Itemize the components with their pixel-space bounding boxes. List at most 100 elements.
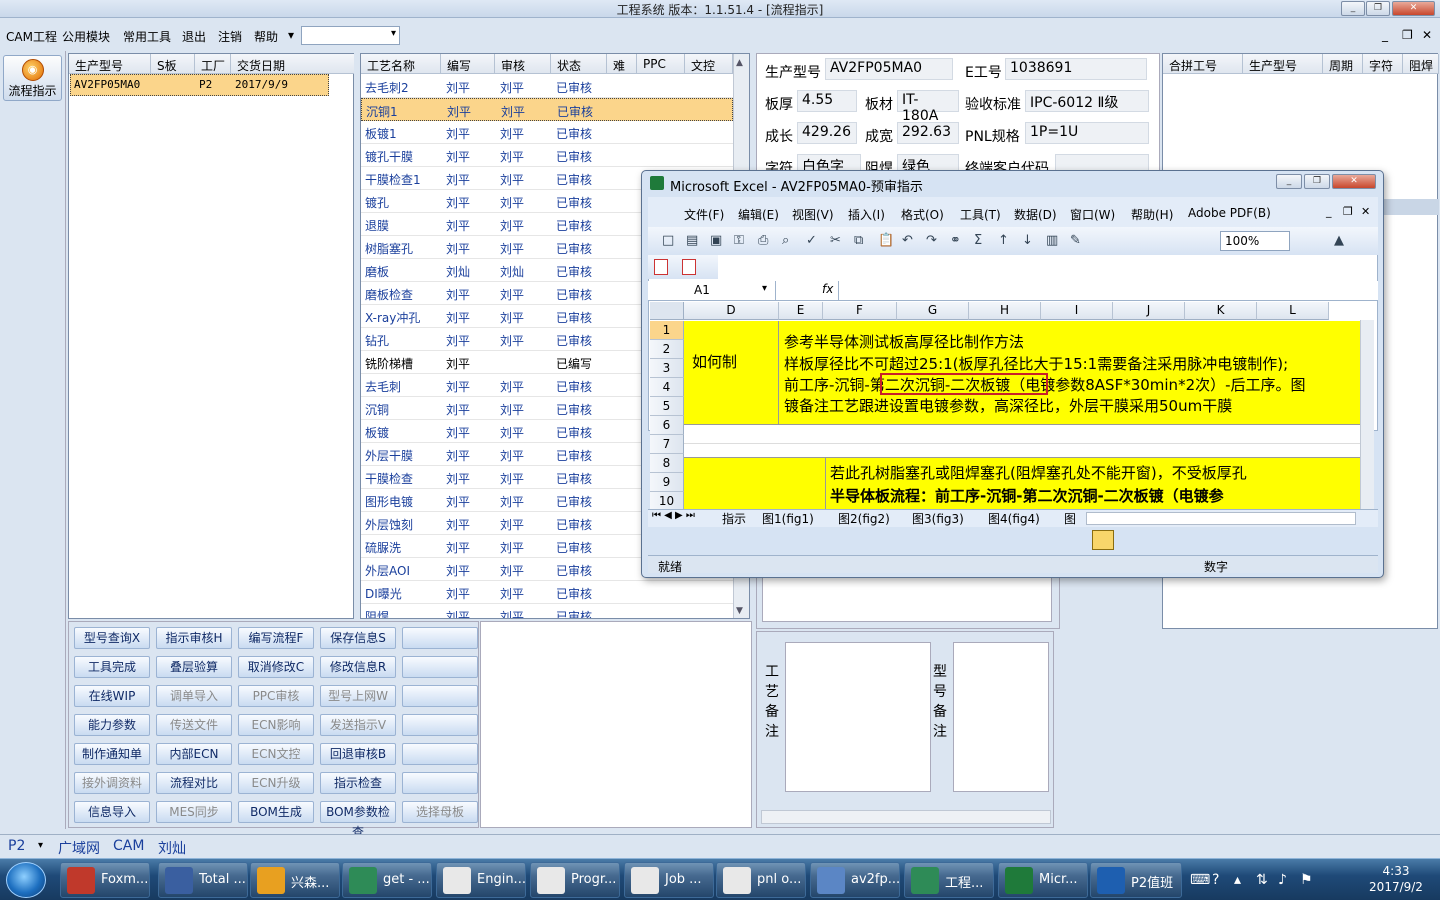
action-button[interactable]: 流程对比 (156, 772, 232, 794)
action-button[interactable]: ECN升级 (238, 772, 314, 794)
column-header[interactable]: G (897, 302, 969, 320)
proc-col-name[interactable]: 工艺名称 (361, 54, 441, 74)
mdi-minimize-icon[interactable]: _ (1382, 28, 1388, 42)
proc-col-ppc[interactable]: PPC (637, 54, 685, 74)
excel-doc-restore-icon[interactable]: ❐ (1343, 205, 1353, 218)
ime-icon[interactable]: ⚑ (1300, 872, 1313, 888)
action-button[interactable] (402, 772, 478, 794)
combo-dropdown-icon[interactable]: ▾ (391, 28, 396, 39)
excel-menu-item[interactable]: 帮助(H) (1131, 206, 1173, 223)
row-header[interactable]: 7 (650, 435, 684, 454)
action-button[interactable]: 信息导入 (74, 801, 150, 823)
row-8-label-cell[interactable] (684, 458, 826, 509)
action-button[interactable]: BOM参数检查 (320, 801, 396, 839)
taskbar-button[interactable]: Foxm... (60, 862, 150, 898)
row-header[interactable]: 9 (650, 473, 684, 492)
column-header[interactable]: I (1041, 302, 1113, 320)
column-header[interactable]: K (1185, 302, 1257, 320)
row-6-cells[interactable] (684, 425, 1360, 444)
taskbar-button[interactable]: av2fp... (810, 862, 900, 898)
taskbar-button[interactable]: 工程... (904, 862, 994, 898)
sheet-tab[interactable]: 图4(fig4) (988, 510, 1040, 527)
row-header[interactable]: 3 (650, 359, 684, 378)
copy-icon[interactable]: ⧉ (854, 233, 863, 248)
tab-nav-arrows[interactable]: ⏮ ◀ ▶ ⏭ (652, 510, 695, 521)
network-icon[interactable]: ⇅ (1256, 872, 1268, 888)
excel-menu-item[interactable]: 编辑(E) (738, 206, 779, 223)
select-all-corner[interactable] (650, 302, 684, 320)
hyperlink-icon[interactable]: ⚭ (950, 233, 961, 248)
sort-desc-icon[interactable]: ↓ (1022, 233, 1033, 248)
action-button[interactable]: 型号上网W (320, 685, 396, 707)
excel-close-button[interactable]: ✕ (1332, 174, 1376, 189)
action-button[interactable]: MES同步 (156, 801, 232, 823)
keyboard-icon[interactable]: ⌨ (1190, 872, 1210, 888)
order-col-date[interactable]: 交货日期 (231, 54, 355, 74)
model-note-textarea[interactable] (953, 642, 1049, 792)
row-header[interactable]: 8 (650, 454, 684, 473)
action-button[interactable]: 修改信息R (320, 656, 396, 678)
help-dropdown-icon[interactable]: ▾ (288, 28, 294, 42)
action-button[interactable]: 接外调资料 (74, 772, 150, 794)
excel-doc-min-icon[interactable]: _ (1326, 205, 1332, 218)
cut-icon[interactable]: ✂ (830, 233, 841, 248)
row-7-cells[interactable] (684, 444, 1360, 458)
sheet-tab[interactable]: 图3(fig3) (912, 510, 964, 527)
fill-color-icon[interactable]: ▲ (1334, 233, 1344, 248)
undo-icon[interactable]: ↶ (902, 233, 913, 248)
process-row[interactable]: 去毛刺2 刘平 刘平 已审核 (361, 75, 733, 98)
column-header[interactable]: L (1257, 302, 1329, 320)
order-row[interactable]: AV2FP05MA0 P2 2017/9/9 (70, 74, 329, 96)
action-button[interactable]: PPC审核 (238, 685, 314, 707)
action-button[interactable]: 编写流程F (238, 627, 314, 649)
process-note-textarea[interactable] (785, 642, 931, 792)
close-button[interactable]: ✕ (1392, 1, 1435, 16)
column-header[interactable]: D (684, 302, 779, 320)
action-button[interactable]: 制作通知单 (74, 743, 150, 765)
excel-menu-item[interactable]: 文件(F) (684, 206, 724, 223)
action-button[interactable]: 能力参数 (74, 714, 150, 736)
action-button[interactable]: 指示检查 (320, 772, 396, 794)
sheet-tab[interactable]: 图1(fig1) (762, 510, 814, 527)
mdi-restore-icon[interactable]: ❐ (1402, 28, 1413, 42)
excel-doc-close-icon[interactable]: ✕ (1361, 205, 1370, 218)
taskbar-button[interactable]: 兴森... (250, 862, 340, 898)
autosum-icon[interactable]: Σ (974, 233, 982, 248)
column-header[interactable]: J (1113, 302, 1185, 320)
taskbar-button[interactable]: Engin... (436, 862, 526, 898)
sheet-tab[interactable]: 指示 (722, 510, 746, 527)
proc-col-reviewer[interactable]: 审核 (495, 54, 551, 74)
pdf-email-icon[interactable] (682, 259, 696, 275)
excel-menu-item[interactable]: 数据(D) (1014, 206, 1057, 223)
excel-window[interactable]: Microsoft Excel - AV2FP05MA0-预审指示 _ ❐ ✕ … (641, 170, 1384, 578)
action-button[interactable] (402, 743, 478, 765)
save-icon[interactable]: ▣ (710, 233, 722, 248)
drawing-icon[interactable] (1092, 530, 1114, 550)
new-icon[interactable]: □ (662, 233, 674, 248)
action-button[interactable] (402, 685, 478, 707)
action-button[interactable]: 选择母板 (402, 801, 478, 823)
column-header[interactable]: H (969, 302, 1041, 320)
pdf-create-icon[interactable] (654, 259, 668, 275)
start-button[interactable] (6, 862, 46, 898)
formula-input[interactable] (838, 281, 1378, 301)
taskbar-button[interactable]: Total ... (158, 862, 248, 898)
mdi-close-icon[interactable]: ✕ (1422, 28, 1432, 42)
excel-menu-item[interactable]: 窗口(W) (1070, 206, 1115, 223)
row-header[interactable]: 6 (650, 416, 684, 435)
paste-icon[interactable]: 📋 (878, 233, 894, 248)
sort-asc-icon[interactable]: ↑ (998, 233, 1009, 248)
action-button[interactable]: 叠层验算 (156, 656, 232, 678)
clock[interactable]: 4:33 2017/9/2 (1356, 863, 1436, 895)
action-button[interactable]: 调单导入 (156, 685, 232, 707)
taskbar-button[interactable]: Job ... (624, 862, 714, 898)
menu-tools[interactable]: 常用工具 (123, 28, 171, 45)
column-header[interactable]: F (823, 302, 897, 320)
action-button[interactable] (402, 656, 478, 678)
merge-col-id[interactable]: 合拼工号 (1163, 54, 1243, 74)
open-icon[interactable]: ▤ (686, 233, 698, 248)
merge-col-cycle[interactable]: 周期 (1323, 54, 1363, 74)
proc-col-writer[interactable]: 编写 (441, 54, 495, 74)
chart-icon[interactable]: ▥ (1046, 233, 1058, 248)
redo-icon[interactable]: ↷ (926, 233, 937, 248)
